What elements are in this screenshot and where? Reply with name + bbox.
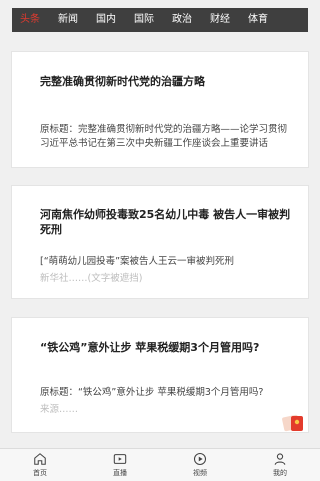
tab-sports[interactable]: 体育 xyxy=(248,8,268,32)
bottom-tab-label: 视频 xyxy=(193,469,207,477)
article-excerpt-faded: 来源…… xyxy=(40,404,79,415)
red-envelope-icon[interactable] xyxy=(282,412,308,434)
article-summary: [“萌萌幼儿园投毒”案被告人王云一审被判死刑 xyxy=(40,256,235,267)
tab-news[interactable]: 新闻 xyxy=(58,8,78,32)
article-excerpt-faded: 新华社……(文字被遮挡) xyxy=(40,273,143,284)
play-icon xyxy=(193,452,207,466)
article-headline[interactable]: 河南焦作幼师投毒致25名幼儿中毒 被告人一审被判死刑 xyxy=(40,207,296,237)
article-summary: 原标题：完整准确贯彻新时代党的治疆方略——论学习贯彻习近平总书记在第三次中央新疆… xyxy=(40,124,288,149)
bottom-tab-me[interactable]: 我的 xyxy=(250,452,310,478)
bottom-tab-label: 我的 xyxy=(273,469,287,477)
tab-headlines[interactable]: 头条 xyxy=(20,8,40,32)
tab-international[interactable]: 国际 xyxy=(134,8,154,32)
article-headline[interactable]: 完整准确贯彻新时代党的治疆方略 xyxy=(40,74,296,89)
tab-finance[interactable]: 财经 xyxy=(210,8,230,32)
article-summary: 原标题：“铁公鸡”意外让步 苹果税缓期3个月管用吗? xyxy=(40,387,264,398)
bottom-tab-live[interactable]: 直播 xyxy=(90,452,150,478)
tab-domestic[interactable]: 国内 xyxy=(96,8,116,32)
home-icon xyxy=(34,453,46,465)
tab-politics[interactable]: 政治 xyxy=(172,8,192,32)
news-card[interactable]: 河南焦作幼师投毒致25名幼儿中毒 被告人一审被判死刑 [“萌萌幼儿园投毒”案被告… xyxy=(12,186,308,298)
news-card[interactable]: 完整准确贯彻新时代党的治疆方略 原标题：完整准确贯彻新时代党的治疆方略——论学习… xyxy=(12,52,308,167)
user-icon xyxy=(274,453,286,465)
article-headline[interactable]: “铁公鸡”意外让步 苹果税缓期3个月管用吗? xyxy=(40,340,296,355)
live-icon xyxy=(113,454,127,464)
bottom-tab-video[interactable]: 视频 xyxy=(170,452,230,478)
bottom-tab-label: 首页 xyxy=(33,469,47,477)
news-card[interactable]: “铁公鸡”意外让步 苹果税缓期3个月管用吗? 原标题：“铁公鸡”意外让步 苹果税… xyxy=(12,318,308,432)
bottom-tab-bar: 首页 直播 视频 我的 xyxy=(0,448,320,481)
bottom-tab-home[interactable]: 首页 xyxy=(10,452,70,478)
bottom-tab-label: 直播 xyxy=(113,469,127,477)
category-nav: 头条 新闻 国内 国际 政治 财经 体育 xyxy=(12,8,308,32)
